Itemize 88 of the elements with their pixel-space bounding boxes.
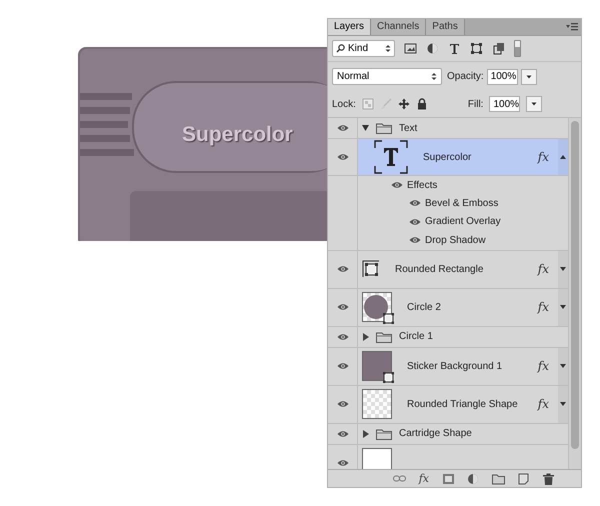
layer-thumbnail bbox=[362, 448, 392, 469]
opacity-dropdown[interactable] bbox=[520, 68, 537, 84]
type-filter-icon[interactable] bbox=[448, 42, 461, 55]
visibility-eye-icon[interactable] bbox=[409, 218, 421, 226]
layer-group-row[interactable]: Text bbox=[358, 118, 568, 138]
effects-indicator-label: fx bbox=[538, 396, 549, 413]
blend-mode-select[interactable]: Normal bbox=[332, 68, 442, 85]
adjustment-icon[interactable] bbox=[467, 472, 480, 484]
effects-indicator-label: fx bbox=[538, 299, 549, 316]
effects-indicator-label: fx bbox=[538, 358, 549, 375]
visibility-eye-icon[interactable] bbox=[409, 236, 421, 244]
embossed-title: Supercolor bbox=[182, 122, 293, 148]
new-layer-icon[interactable] bbox=[517, 472, 530, 484]
folder-icon bbox=[376, 428, 392, 440]
layer-row[interactable]: Sticker Background 1 fx bbox=[358, 348, 568, 384]
padlock-icon[interactable] bbox=[416, 98, 428, 110]
add-style-button[interactable]: fx bbox=[418, 472, 430, 486]
new-group-icon[interactable] bbox=[492, 472, 505, 484]
effects-indicator-label: fx bbox=[538, 261, 549, 278]
shape-filter-icon[interactable] bbox=[470, 42, 483, 55]
expand-arrow-icon bbox=[560, 402, 566, 406]
link-icon[interactable] bbox=[392, 472, 406, 484]
move-lock-icon[interactable] bbox=[398, 98, 410, 110]
shape-layer-icon bbox=[362, 260, 380, 278]
stepper-icon bbox=[385, 44, 391, 53]
visibility-eye-icon[interactable] bbox=[336, 362, 348, 370]
caret-icon bbox=[531, 102, 538, 106]
layer-thumbnail bbox=[362, 389, 392, 419]
layer-row[interactable]: Rounded Triangle Shape fx bbox=[358, 386, 568, 422]
effects-toggle[interactable] bbox=[558, 348, 568, 384]
scrollbar-thumb[interactable] bbox=[571, 121, 579, 449]
expand-arrow-icon bbox=[560, 305, 566, 309]
fill-label: Fill: bbox=[468, 98, 484, 112]
kind-filter-select[interactable]: Kind bbox=[332, 40, 395, 57]
filter-toggle[interactable] bbox=[514, 40, 521, 57]
collapse-arrow-icon bbox=[560, 155, 566, 159]
effects-label: Effects bbox=[407, 178, 438, 192]
visibility-eye-icon[interactable] bbox=[391, 181, 403, 189]
panel-tab[interactable]: Channels bbox=[371, 19, 426, 35]
layer-row[interactable]: Rounded Rectangle fx bbox=[358, 250, 568, 288]
image-filter-icon[interactable] bbox=[404, 42, 417, 55]
panel-tab[interactable]: Paths bbox=[426, 19, 465, 35]
visibility-eye-icon[interactable] bbox=[336, 332, 348, 340]
collapsed-triangle-icon[interactable] bbox=[362, 430, 369, 438]
caret-icon bbox=[526, 74, 532, 78]
visibility-eye-icon[interactable] bbox=[336, 400, 348, 408]
layer-thumbnail bbox=[362, 292, 392, 322]
type-layer-icon bbox=[374, 140, 408, 174]
visibility-eye-icon[interactable] bbox=[336, 124, 348, 132]
folder-icon bbox=[376, 330, 392, 342]
panel-menu-icon[interactable] bbox=[565, 22, 579, 32]
visibility-eye-icon[interactable] bbox=[336, 459, 348, 467]
fill-field[interactable]: 100% bbox=[489, 96, 520, 112]
expand-arrow-icon bbox=[560, 364, 566, 368]
visibility-eye-icon[interactable] bbox=[336, 303, 348, 311]
expand-arrow-icon bbox=[560, 267, 566, 271]
layer-thumbnail bbox=[362, 351, 392, 381]
effects-toggle[interactable] bbox=[558, 250, 568, 288]
lock-label: Lock: bbox=[332, 98, 356, 112]
visibility-eye-icon[interactable] bbox=[336, 153, 348, 161]
opacity-label: Opacity: bbox=[447, 70, 484, 84]
smart-object-filter-icon[interactable] bbox=[492, 42, 505, 55]
effect-item[interactable]: Bevel & Emboss bbox=[425, 196, 498, 211]
effects-indicator-label: fx bbox=[538, 149, 549, 166]
search-icon bbox=[336, 44, 345, 53]
layer-row[interactable]: Circle 2 fx bbox=[358, 288, 568, 326]
fill-dropdown[interactable] bbox=[526, 96, 542, 112]
visibility-eye-icon[interactable] bbox=[409, 199, 421, 208]
panel-tab[interactable]: Layers bbox=[328, 19, 372, 35]
visibility-eye-icon[interactable] bbox=[336, 265, 348, 273]
checker-lock-icon[interactable] bbox=[362, 98, 374, 110]
expanded-triangle-icon[interactable] bbox=[362, 124, 369, 132]
effect-item[interactable]: Gradient Overlay bbox=[425, 214, 501, 230]
layer-group-row[interactable]: Circle 1 bbox=[358, 326, 568, 346]
effects-toggle[interactable] bbox=[558, 288, 568, 326]
collapsed-triangle-icon[interactable] bbox=[362, 332, 369, 340]
opacity-field[interactable]: 100% bbox=[486, 68, 518, 84]
layer-row[interactable]: Supercolor fx bbox=[358, 139, 568, 175]
visibility-eye-icon[interactable] bbox=[336, 430, 348, 438]
effect-item[interactable]: Drop Shadow bbox=[425, 232, 486, 248]
effects-toggle[interactable] bbox=[558, 139, 568, 175]
trash-icon[interactable] bbox=[542, 472, 555, 484]
layer-group-row[interactable]: Cartridge Shape bbox=[358, 424, 568, 444]
effects-toggle[interactable] bbox=[558, 386, 568, 422]
stepper-icon bbox=[431, 72, 437, 81]
folder-icon bbox=[376, 122, 392, 134]
adjustment-filter-icon[interactable] bbox=[426, 42, 439, 55]
mask-icon[interactable] bbox=[442, 472, 455, 484]
